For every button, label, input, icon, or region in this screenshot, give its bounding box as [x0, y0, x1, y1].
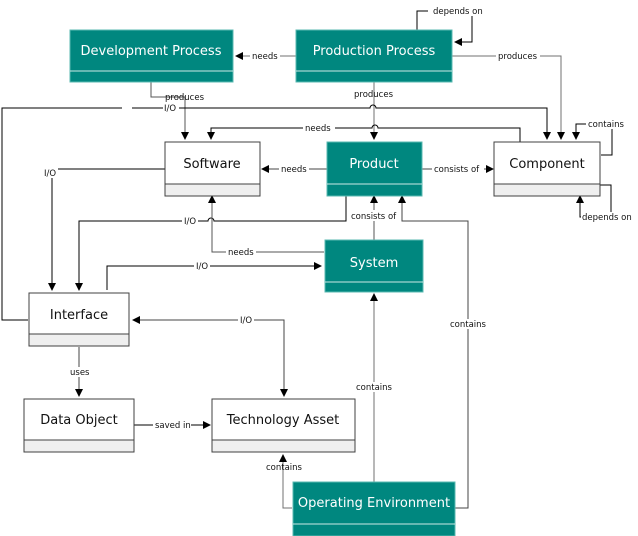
edge-system-needs-software — [208, 195, 324, 253]
entity-software[interactable]: Software — [164, 141, 261, 197]
label-development-produces-software: produces — [165, 93, 205, 103]
edge-interface-io-system — [106, 262, 322, 290]
entity-label: Component — [509, 157, 584, 172]
entity-label: Technology Asset — [226, 413, 340, 428]
label-openv-contains-technology: contains — [266, 463, 303, 473]
entity-label: System — [350, 256, 398, 271]
entity-interface[interactable]: Interface — [28, 292, 130, 347]
entity-product[interactable]: Product — [326, 141, 423, 197]
label-openv-contains-product: contains — [450, 320, 487, 330]
label-system-needs-software: needs — [228, 248, 254, 258]
diagram-canvas: depends on needs produces produces produ… — [1, 5, 633, 536]
entity-component[interactable]: Component — [493, 141, 601, 197]
entity-technology-asset[interactable]: Technology Asset — [211, 398, 356, 453]
entity-label: Data Object — [40, 413, 118, 428]
entity-data-object[interactable]: Data Object — [23, 398, 135, 453]
entity-production-process[interactable]: Production Process — [295, 29, 453, 83]
label-data-object-saved-in: saved in — [155, 421, 191, 431]
label-interface-io-component: I/O — [164, 104, 176, 114]
label-component-needs-software: needs — [305, 124, 331, 134]
edge-production-produces-component — [452, 55, 565, 140]
label-production-produces-product: produces — [354, 90, 394, 100]
entity-label: Production Process — [313, 44, 436, 59]
label-interface-io-technology: I/O — [240, 316, 252, 326]
label-interface-uses-data-object: uses — [70, 368, 90, 378]
label-product-consists-component: consists of — [434, 165, 480, 175]
entity-label: Product — [349, 157, 398, 172]
entity-operating-environment[interactable]: Operating Environment — [292, 481, 456, 536]
entity-label: Interface — [50, 308, 108, 323]
label-component-depends-on: depends on — [582, 213, 632, 223]
edge-interface-io-component — [1, 104, 547, 321]
entity-label: Software — [183, 157, 240, 172]
entity-system[interactable]: System — [324, 239, 424, 293]
label-production-depends-on: depends on — [433, 7, 483, 17]
label-product-io-interface: I/O — [184, 217, 196, 227]
label-system-consists-product: consists of — [351, 212, 397, 222]
edge-interface-io-technology — [132, 316, 285, 396]
edge-software-io-interface — [48, 168, 165, 291]
label-interface-io-system: I/O — [196, 262, 208, 272]
entity-label: Operating Environment — [298, 496, 450, 511]
label-component-contains: contains — [588, 120, 625, 130]
label-product-needs-software: needs — [281, 165, 307, 175]
label-production-produces-component: produces — [498, 52, 538, 62]
label-production-needs-development: needs — [252, 52, 278, 62]
entity-label: Development Process — [81, 44, 222, 59]
entity-development-process[interactable]: Development Process — [69, 29, 234, 83]
label-software-io-interface: I/O — [44, 169, 56, 179]
label-openv-contains-system: contains — [356, 383, 393, 393]
edge-component-needs-software — [207, 124, 521, 142]
